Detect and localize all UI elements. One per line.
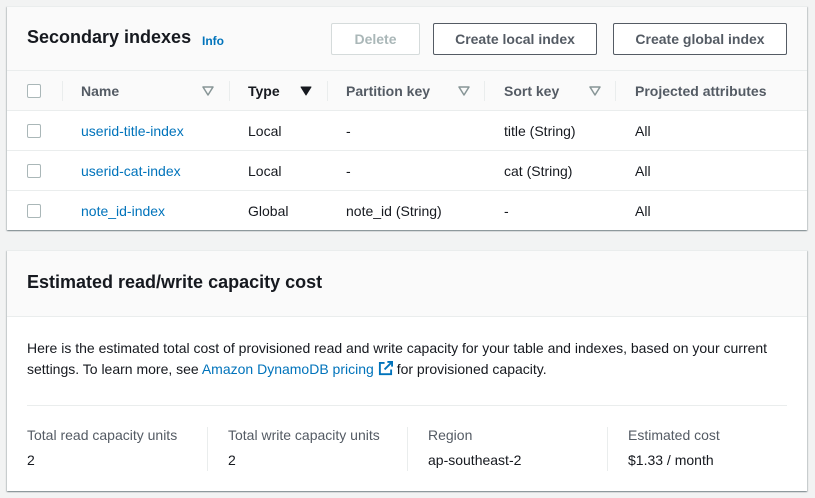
estimated-cost-header: Estimated read/write capacity cost [7,251,807,317]
external-link-icon[interactable] [378,361,393,376]
metric-region: Region ap-southeast-2 [428,427,521,471]
metric-separator [407,427,408,471]
sort-caret-icon[interactable] [458,86,470,96]
partition-key: note_id (String) [346,203,442,219]
metric-label: Estimated cost [628,427,720,443]
column-divider [327,81,328,101]
table-row: userid-title-index Local - title (String… [7,111,807,151]
metric-separator [607,427,608,471]
panel-title: Estimated read/write capacity cost [27,272,323,292]
row-checkbox[interactable] [27,124,41,138]
projected-attributes: All [635,163,651,179]
column-header-sort-key[interactable]: Sort key [504,71,559,110]
divider [27,405,787,406]
index-name-link[interactable]: note_id-index [81,191,165,231]
metric-value: 2 [27,452,35,468]
index-type: Global [248,203,289,219]
metric-write-capacity: Total write capacity units 2 [228,427,380,471]
column-divider [615,81,616,101]
metric-value: ap-southeast-2 [428,452,522,468]
create-global-index-button[interactable]: Create global index [613,23,787,55]
column-header-partition-key[interactable]: Partition key [346,71,430,110]
column-divider [484,81,485,101]
metric-value: 2 [228,452,236,468]
index-name-link[interactable]: userid-cat-index [81,151,181,191]
table-row: userid-cat-index Local - cat (String) Al… [7,151,807,191]
table-row: note_id-index Global note_id (String) - … [7,191,807,231]
info-link[interactable]: Info [202,34,224,48]
dynamodb-pricing-link[interactable]: Amazon DynamoDB pricing [202,361,393,377]
table-header: Name Type Partition key Sort key Project… [7,71,807,111]
sort-caret-icon[interactable] [202,86,214,96]
partition-key: - [346,123,351,139]
index-type: Local [248,123,282,139]
projected-attributes: All [635,203,651,219]
sort-key: - [504,203,509,219]
cost-description: Here is the estimated total cost of prov… [27,338,797,380]
select-all-checkbox[interactable] [27,84,41,98]
column-header-projected-attributes[interactable]: Projected attributes [635,71,766,110]
sort-key: title (String) [504,123,576,139]
metric-label: Region [428,427,473,443]
pricing-link-label[interactable]: Amazon DynamoDB pricing [202,361,374,377]
index-type: Local [248,163,282,179]
create-local-index-button[interactable]: Create local index [433,23,597,55]
metric-read-capacity: Total read capacity units 2 [27,427,177,471]
sort-key: cat (String) [504,163,573,179]
partition-key: - [346,163,351,179]
metric-estimated-cost: Estimated cost $1.33 / month [628,427,720,471]
column-divider [229,81,230,101]
row-checkbox[interactable] [27,204,41,218]
sort-caret-icon[interactable] [589,86,601,96]
column-header-name[interactable]: Name [81,71,119,110]
metric-label: Total read capacity units [27,427,178,443]
metric-value: $1.33 / month [628,452,714,468]
metric-separator [207,427,208,471]
metric-label: Total write capacity units [228,427,380,443]
estimated-cost-panel: Estimated read/write capacity cost Here … [7,250,807,491]
secondary-indexes-header: Secondary indexes Info Delete Create loc… [7,7,807,71]
delete-button[interactable]: Delete [331,23,420,55]
column-divider [62,81,63,101]
index-name-link[interactable]: userid-title-index [81,111,184,151]
row-checkbox[interactable] [27,164,41,178]
projected-attributes: All [635,123,651,139]
panel-title: Secondary indexes [27,27,192,47]
secondary-indexes-panel: Secondary indexes Info Delete Create loc… [7,6,807,230]
column-header-type[interactable]: Type [248,71,280,110]
description-text-suffix: for provisioned capacity. [392,361,547,377]
sort-descending-icon[interactable] [300,86,312,96]
